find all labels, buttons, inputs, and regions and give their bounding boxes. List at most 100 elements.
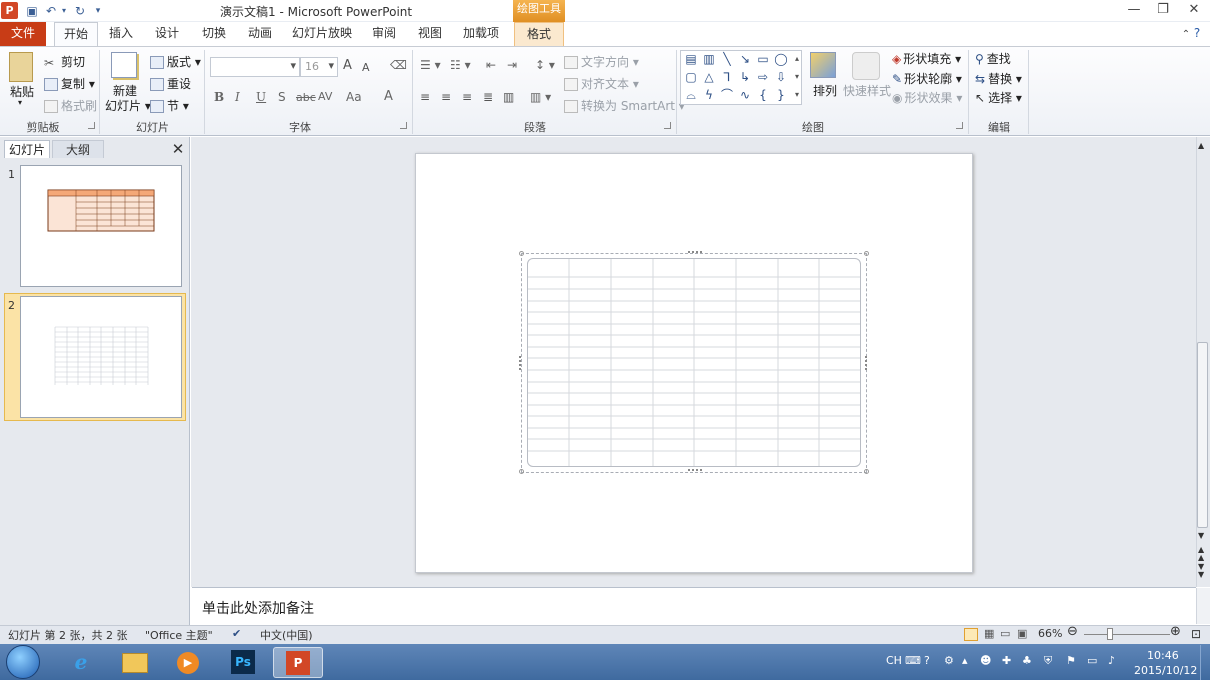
customize-icon[interactable]: ▾ (93, 3, 103, 19)
show-desktop-button[interactable] (1200, 645, 1210, 680)
clock-time[interactable]: 10:46 (1147, 649, 1179, 662)
align-text-button[interactable]: 对齐文本 ▾ (564, 75, 639, 92)
scroll-up-icon[interactable]: ▲ (1198, 141, 1204, 150)
slideshow-view-icon[interactable]: ▣ (1017, 627, 1027, 640)
paste-dropdown-icon[interactable]: ▾ (18, 98, 22, 107)
next-slide-icon[interactable]: ▼ ▼ (1198, 563, 1204, 579)
quick-styles-icon[interactable] (852, 52, 880, 80)
shrink-font-button[interactable]: A (362, 61, 370, 74)
tab-review[interactable]: 审阅 (365, 22, 403, 46)
clock-date[interactable]: 2015/10/12 (1134, 664, 1197, 677)
gallery-more-icon[interactable]: ▾ (789, 88, 805, 102)
resize-handle-right[interactable] (865, 356, 869, 370)
tab-format[interactable]: 格式 (514, 22, 564, 46)
help-icon[interactable]: ? (1188, 24, 1206, 42)
tab-view[interactable]: 视图 (411, 22, 449, 46)
tab-design[interactable]: 设计 (148, 22, 186, 46)
start-button[interactable] (6, 645, 40, 679)
strikethrough-button[interactable]: abc (296, 91, 316, 104)
copy-button[interactable]: 复制 ▾ (44, 75, 95, 92)
powerpoint-app-icon[interactable]: P (1, 2, 18, 19)
flag-tray-icon[interactable]: ⚑ (1066, 654, 1076, 667)
resize-handle-corner[interactable] (864, 469, 869, 474)
input-language-indicator[interactable]: CH (886, 654, 902, 667)
display-tray-icon[interactable]: ▭ (1087, 654, 1097, 667)
bold-button[interactable]: B (214, 90, 224, 104)
normal-view-icon[interactable] (964, 628, 978, 641)
cut-button[interactable]: ✂ 剪切 (44, 53, 85, 70)
resize-handle-corner[interactable] (864, 251, 869, 256)
media-player-icon[interactable]: ▶ (163, 647, 213, 678)
shape-outline-button[interactable]: ✎ 形状轮廓 ▾ (892, 70, 962, 87)
down-arrow-shape-icon[interactable]: ⇩ (773, 70, 789, 84)
resize-handle-left[interactable] (519, 356, 523, 370)
select-button[interactable]: ↖ 选择 ▾ (975, 89, 1022, 106)
undo-icon[interactable]: ↶ (43, 3, 59, 19)
clear-formatting-icon[interactable]: ⌫ (390, 58, 407, 72)
char-spacing-button[interactable]: AV (318, 90, 332, 103)
resize-handle-top[interactable] (688, 251, 702, 255)
grow-font-button[interactable]: A (343, 58, 352, 73)
user-tray-icon[interactable]: ☻ (980, 654, 991, 667)
close-button[interactable]: ✕ (1180, 1, 1208, 19)
internet-explorer-icon[interactable]: ℯ (56, 647, 106, 678)
rounded-rect-shape-icon[interactable]: ▢ (683, 70, 699, 84)
layout-button[interactable]: 版式 ▾ (150, 53, 201, 70)
tab-insert[interactable]: 插入 (102, 22, 140, 46)
photoshop-icon[interactable]: Ps (218, 647, 268, 678)
tab-animations[interactable]: 动画 (241, 22, 279, 46)
settings-tray-icon[interactable]: ⚙ (944, 654, 954, 667)
elbow-arrow-shape-icon[interactable]: ↳ (737, 70, 753, 84)
right-brace-shape-icon[interactable]: } (773, 88, 789, 102)
arc-shape-icon[interactable]: ⌒ (719, 88, 735, 102)
bullets-icon[interactable]: ☰ ▾ (420, 58, 441, 72)
tab-slides[interactable]: 幻灯片 (4, 140, 50, 158)
shape-fill-button[interactable]: ◈ 形状填充 ▾ (892, 50, 961, 67)
scrollbar-thumb[interactable] (1197, 342, 1208, 528)
oval-shape-icon[interactable]: ◯ (773, 52, 789, 66)
scroll-down-icon[interactable]: ▼ (1198, 531, 1204, 540)
shadow-button[interactable]: S (278, 90, 286, 104)
undo-dropdown-icon[interactable]: ▾ (60, 3, 68, 19)
zoom-slider-track[interactable] (1084, 634, 1170, 635)
clipboard-launcher-icon[interactable] (88, 122, 95, 129)
minimize-button[interactable]: — (1120, 1, 1148, 19)
volume-icon[interactable]: ♪ (1108, 654, 1115, 667)
network-tray-icon[interactable]: ✚ (1002, 654, 1011, 667)
save-icon[interactable]: ▣ (24, 3, 40, 19)
columns-icon[interactable]: ▥ ▾ (530, 90, 551, 104)
notes-pane[interactable] (192, 587, 1196, 624)
resize-handle-corner[interactable] (519, 469, 524, 474)
tab-slideshow[interactable]: 幻灯片放映 (288, 22, 356, 46)
powerpoint-taskbar-icon[interactable]: P (273, 647, 323, 678)
italic-button[interactable]: I (235, 90, 240, 104)
align-left-icon[interactable]: ≡ (420, 90, 430, 104)
font-launcher-icon[interactable] (400, 122, 407, 129)
keyboard-icon[interactable]: ⌨ (905, 654, 921, 667)
vertical-textbox-shape-icon[interactable]: ▥ (701, 52, 717, 66)
zoom-level[interactable]: 66% (1038, 627, 1062, 640)
security-tray-icon[interactable]: ⛨ (1044, 654, 1052, 668)
previous-slide-icon[interactable]: ▲ ▲ (1198, 546, 1204, 562)
left-brace-shape-icon[interactable]: { (755, 88, 771, 102)
drawing-launcher-icon[interactable] (956, 122, 963, 129)
fit-to-window-icon[interactable]: ⊡ (1191, 627, 1201, 641)
zoom-slider-thumb[interactable] (1107, 628, 1113, 640)
tab-home[interactable]: 开始 (54, 22, 98, 47)
pane-close-icon[interactable]: ✕ (170, 140, 186, 158)
tab-transitions[interactable]: 切换 (195, 22, 233, 46)
reading-view-icon[interactable]: ▭ (1000, 627, 1010, 640)
justify-icon[interactable]: ≣ (483, 90, 493, 104)
new-slide-icon[interactable] (111, 52, 137, 78)
align-center-icon[interactable]: ≡ (441, 90, 451, 104)
font-size-combo[interactable]: 16 ▾ (300, 57, 338, 77)
arrange-button[interactable]: 排列 (813, 82, 837, 99)
convert-smartart-button[interactable]: 转换为 SmartArt ▾ (564, 97, 685, 114)
font-name-combo[interactable]: ▾ (210, 57, 300, 77)
show-hidden-icons-icon[interactable]: ▴ (962, 654, 968, 667)
new-slide-button[interactable]: 幻灯片 ▾ (105, 97, 151, 114)
spell-check-icon[interactable]: ✔ (232, 627, 241, 640)
resize-handle-corner[interactable] (519, 251, 524, 256)
slide-thumbnail-1[interactable] (20, 165, 182, 287)
qq-tray-icon[interactable]: ♣ (1022, 654, 1032, 667)
